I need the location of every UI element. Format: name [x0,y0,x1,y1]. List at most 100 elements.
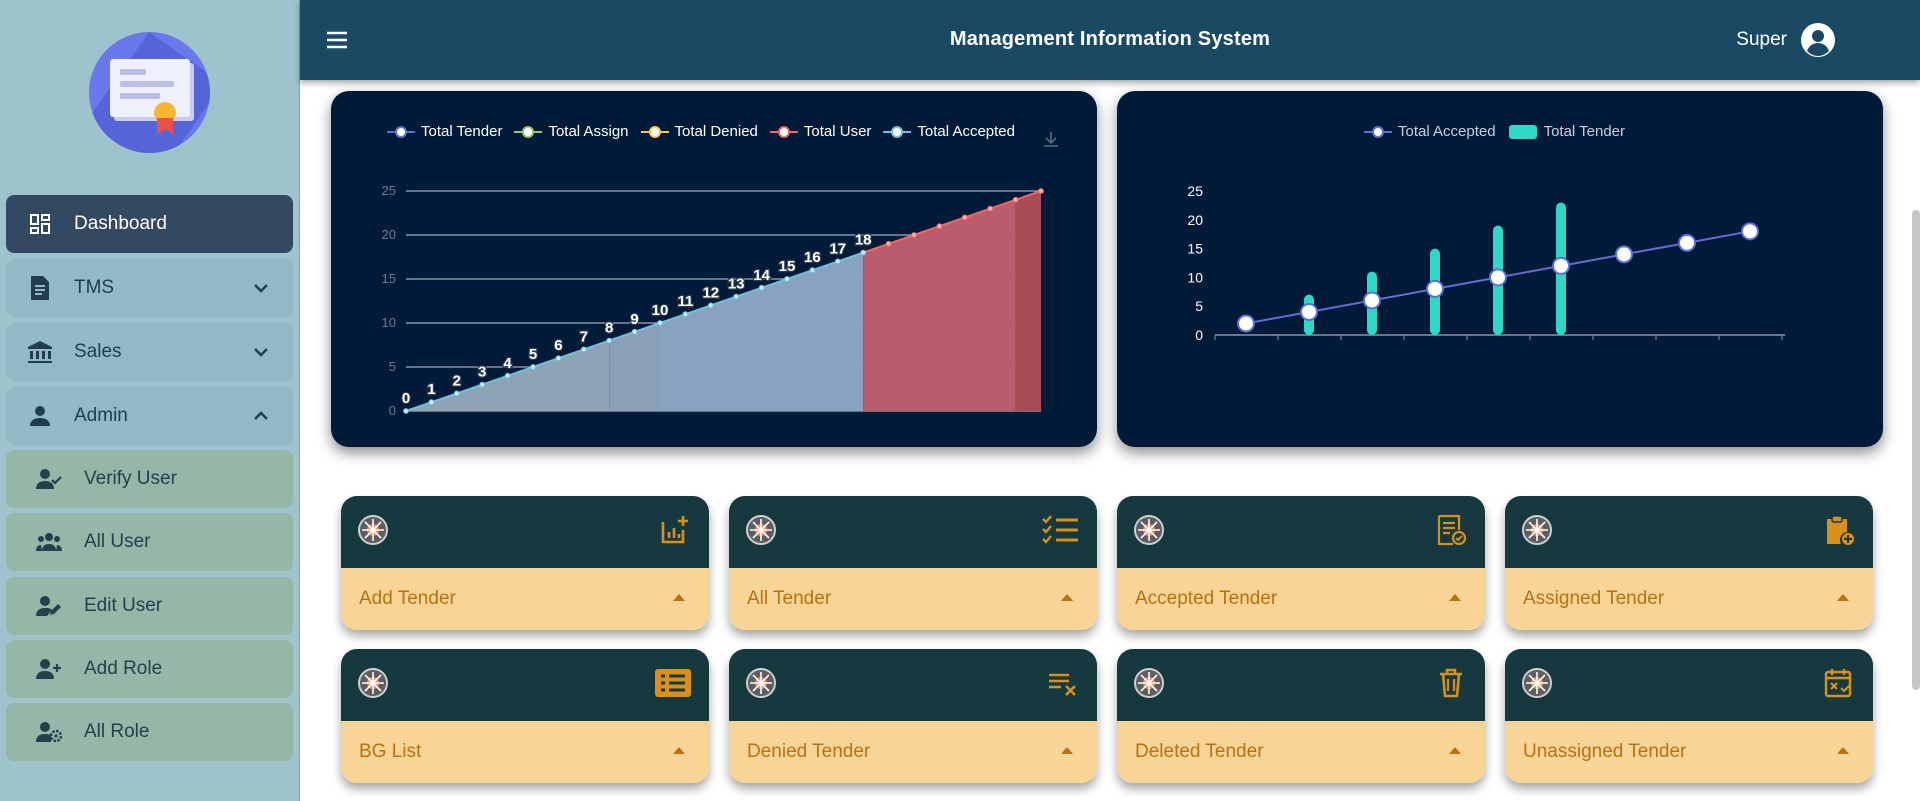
data-point [885,240,892,247]
sidebar-item-label: Dashboard [74,213,167,234]
data-point [1552,256,1570,275]
data-point [784,276,790,282]
sidebar-item-sales[interactable]: Sales [6,323,293,381]
caret-up-icon[interactable] [1061,747,1073,754]
data-label: 2 [453,372,461,389]
sidebar-item-edit-user[interactable]: Edit User [6,577,293,635]
approved-doc-icon [1437,514,1467,546]
user-check-icon [36,466,62,492]
chevron-down-icon [254,348,268,357]
chart-panel-mixed: Total Accepted Total Tender 0 5 10 15 20 25 [1117,91,1883,447]
y-tick-label: 20 [1187,212,1203,228]
card-denied-tender[interactable]: Denied Tender [729,649,1097,783]
card-add-tender[interactable]: Add Tender [341,496,709,630]
sidebar-item-add-role[interactable]: Add Role [6,640,293,698]
card-label: Unassigned Tender [1523,741,1687,762]
gear-badge-icon [358,668,388,698]
data-point [733,293,740,300]
card-label: Add Tender [359,588,456,609]
data-point [555,355,562,362]
data-point [631,328,638,335]
data-label: 18 [855,232,872,249]
playlist-remove-icon [1049,673,1076,696]
account-circle-icon[interactable] [1800,22,1836,58]
data-label: 17 [829,240,846,257]
data-point [1489,268,1507,287]
caret-up-icon[interactable] [1449,747,1461,754]
data-label: 6 [554,337,562,354]
data-point [936,223,943,230]
card-accepted-tender[interactable]: Accepted Tender [1117,496,1485,630]
data-point [860,249,867,256]
data-label: 11 [677,293,693,310]
sidebar-item-label: Verify User [84,468,177,489]
sidebar-item-verify-user[interactable]: Verify User [6,450,293,508]
caret-up-icon[interactable] [673,594,685,601]
data-label: 5 [529,346,537,363]
y-tick-label: 5 [389,359,396,374]
data-label: 9 [630,311,638,328]
card-label: Denied Tender [747,741,871,762]
add-chart-icon [661,516,688,544]
data-point [809,267,816,274]
sidebar-item-tms[interactable]: TMS [6,259,293,317]
y-tick-label: 10 [382,315,396,330]
data-point [1615,245,1633,264]
y-tick-label: 20 [382,227,396,242]
data-label: 1 [427,381,435,398]
card-assigned-tender[interactable]: Assigned Tender [1505,496,1873,630]
user-add-icon [36,656,62,682]
sidebar-item-label: Admin [74,405,128,426]
data-point [1426,279,1444,298]
data-point [606,337,613,344]
data-point [479,381,486,388]
data-label: 16 [804,249,821,266]
card-label: Deleted Tender [1135,741,1264,762]
y-tick-label: 15 [1187,241,1203,257]
sidebar-item-dashboard[interactable]: Dashboard [6,195,293,253]
card-label: All Tender [747,588,832,609]
area-chart: 05101520250123456789101112131415161718 [382,183,1044,418]
card-unassigned-tender[interactable]: Unassigned Tender [1505,649,1873,783]
sidebar-item-all-role[interactable]: All Role [6,703,293,761]
card-deleted-tender[interactable]: Deleted Tender [1117,649,1485,783]
y-tick-label: 10 [1187,269,1203,285]
caret-up-icon[interactable] [673,747,685,754]
data-point [758,284,765,291]
data-point [707,302,714,309]
data-point [580,346,587,353]
scrollbar-thumb[interactable] [1912,210,1920,690]
data-point [911,232,917,238]
data-point [987,205,994,212]
caret-up-icon[interactable] [1837,747,1849,754]
data-label: 8 [605,320,613,337]
chart-panel-area: Total Tender Total Assign Total Denied T… [331,91,1097,447]
gear-badge-icon [1522,668,1552,698]
card-all-tender[interactable]: All Tender [729,496,1097,630]
gear-badge-icon [1522,515,1552,545]
dashboard-icon [26,210,54,238]
sidebar-item-all-user[interactable]: All User [6,513,293,571]
sidebar-item-admin[interactable]: Admin [6,387,293,445]
data-point [403,408,409,414]
y-tick-label: 0 [389,403,396,418]
user-edit-icon [36,593,62,619]
app-logo[interactable] [89,32,210,153]
data-label: 0 [402,390,410,407]
caret-up-icon[interactable] [1449,594,1461,601]
card-bg-list[interactable]: BG List [341,649,709,783]
caret-up-icon[interactable] [1837,594,1849,601]
data-point [1741,222,1759,241]
checklist-icon [1042,515,1078,544]
users-icon [36,529,62,555]
data-point [657,320,663,326]
sidebar-item-label: Edit User [84,595,163,616]
y-tick-label: 15 [382,271,396,286]
data-point [453,390,460,397]
caret-up-icon[interactable] [1061,594,1073,601]
data-point [428,399,435,406]
data-label: 15 [779,258,796,275]
gear-badge-icon [1134,668,1164,698]
sidebar-item-label: Sales [74,341,122,362]
gear-badge-icon [358,515,388,545]
